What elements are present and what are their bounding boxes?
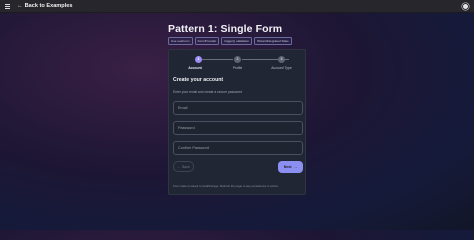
step-3-label: Account Type — [271, 66, 292, 70]
next-button-label: Next — [283, 165, 292, 169]
hamburger-menu-icon[interactable] — [5, 3, 10, 9]
tag-use-form: Use useForm — [168, 37, 193, 45]
back-label: Back to Examples — [24, 3, 73, 9]
form-subtitle: Enter your email and create a secure pas… — [173, 90, 243, 94]
github-icon[interactable] — [462, 3, 469, 10]
password-field[interactable]: Password — [173, 121, 303, 135]
tag-trigger-validation: trigger() validation — [221, 37, 253, 45]
step-2-indicator: 2 — [234, 56, 241, 63]
arrow-right-icon: → — [293, 165, 298, 169]
step-1-label: Account — [188, 66, 202, 70]
stepper: 1 2 3 Account Profile Account Type — [169, 53, 307, 73]
form-title: Create your account — [173, 77, 224, 83]
step-connector — [202, 59, 233, 60]
form-card: 1 2 3 Account Profile Account Type Creat… — [168, 49, 306, 195]
step-3-indicator: 3 — [278, 56, 285, 63]
persistence-note: Form state is saved to localStorage. Ref… — [173, 184, 279, 188]
back-button-label: Back — [182, 164, 190, 169]
email-field[interactable]: Email — [173, 101, 303, 115]
tag-wizard-state: WizardIntegrated State — [254, 37, 292, 45]
tag-form-provider: FormProvider — [194, 37, 220, 45]
back-button[interactable]: ← Back — [173, 161, 194, 172]
page-title: Pattern 1: Single Form — [168, 23, 283, 35]
top-bar: ← Back to Examples — [0, 0, 474, 13]
arrow-left-icon: ← — [177, 164, 181, 169]
back-to-examples-link[interactable]: ← Back to Examples — [17, 3, 72, 9]
next-button[interactable]: Next → — [278, 161, 303, 173]
step-2-label: Profile — [232, 66, 243, 70]
step-1-indicator: 1 — [195, 56, 202, 63]
tag-list: Use useForm FormProvider trigger() valid… — [168, 37, 292, 45]
arrow-left-icon: ← — [17, 3, 23, 9]
confirm-password-field[interactable]: Confirm Password — [173, 141, 303, 155]
